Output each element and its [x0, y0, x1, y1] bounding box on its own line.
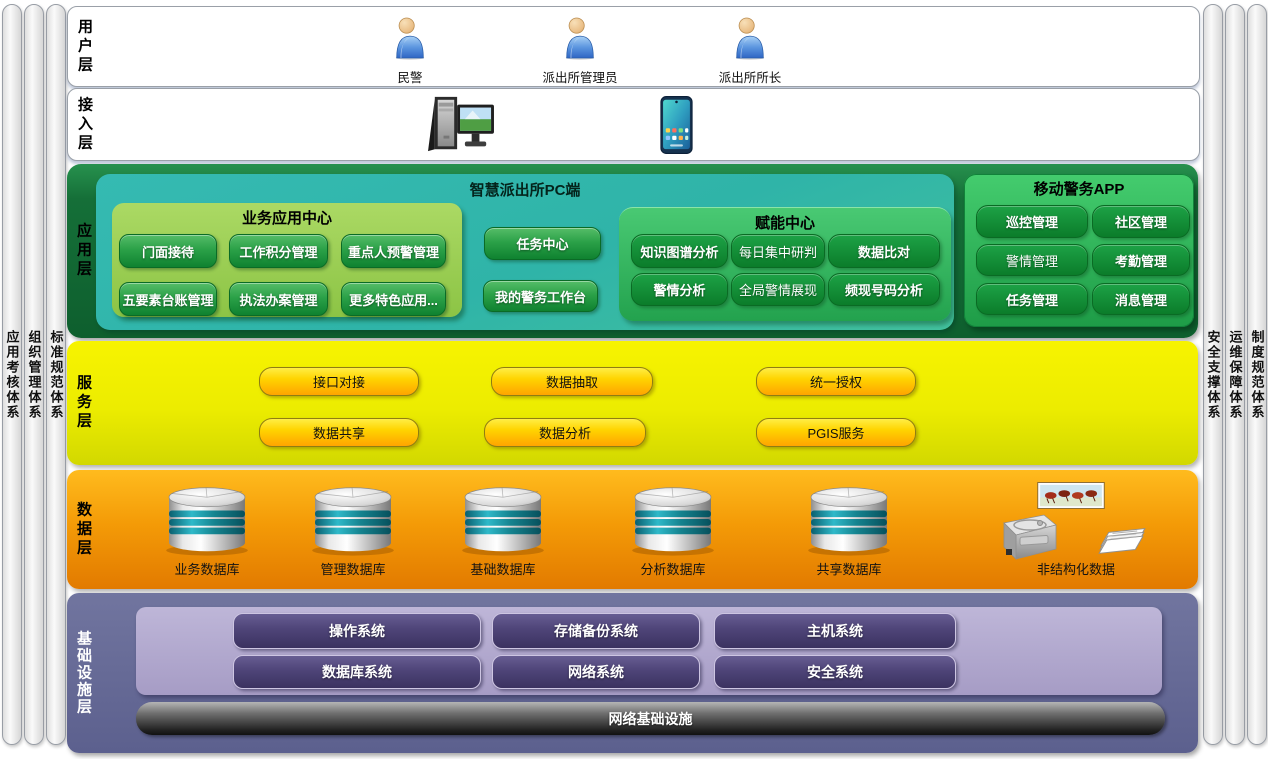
database-cylinder-icon	[630, 483, 716, 557]
button-network-system[interactable]: 网络系统	[492, 655, 700, 689]
infrastructure-layer: 基础设施层 操作系统 存储备份系统 主机系统 数据库系统 网络系统 安全系统 网…	[67, 593, 1198, 753]
side-system-left-3: 标准规范体系	[46, 4, 66, 745]
documents-icon	[1096, 521, 1148, 559]
button-attendance-management[interactable]: 考勤管理	[1092, 244, 1190, 276]
access-layer-label: 接入层	[74, 96, 95, 153]
button-data-comparison[interactable]: 数据比对	[828, 234, 940, 268]
side-system-right-1: 安全支撑体系	[1203, 4, 1223, 745]
button-interface-docking[interactable]: 接口对接	[259, 367, 419, 396]
button-my-police-workbench[interactable]: 我的警务工作台	[483, 280, 598, 312]
business-application-center: 业务应用中心 门面接待 工作积分管理 重点人预警管理 五要素台账管理 执法办案管…	[112, 203, 462, 317]
button-security-system[interactable]: 安全系统	[714, 655, 956, 689]
database-label: 管理数据库	[283, 559, 423, 578]
user-layer-label: 用户层	[74, 18, 95, 75]
button-key-person-warning[interactable]: 重点人预警管理	[341, 234, 446, 268]
database-label: 业务数据库	[137, 559, 277, 578]
network-infrastructure-bar: 网络基础设施	[136, 702, 1165, 735]
side-system-right-3: 制度规范体系	[1247, 4, 1267, 745]
empowerment-center-title: 赋能中心	[619, 212, 951, 233]
button-operating-system[interactable]: 操作系统	[233, 613, 481, 649]
user-layer: 用户层 民警 派出所管理员 派出所所长	[67, 6, 1200, 87]
button-alarm-management[interactable]: 警情管理	[976, 244, 1088, 276]
database-label: 分析数据库	[603, 559, 743, 578]
user-role: 民警	[350, 15, 470, 86]
pc-client-panel: 智慧派出所PC端 业务应用中心 门面接待 工作积分管理 重点人预警管理 五要素台…	[96, 174, 954, 330]
side-system-label: 标准规范体系	[50, 330, 63, 420]
database-cylinder-icon	[460, 483, 546, 557]
data-layer-label: 数据层	[73, 501, 94, 558]
button-alarm-analysis[interactable]: 警情分析	[631, 273, 728, 306]
button-data-extraction[interactable]: 数据抽取	[491, 367, 653, 396]
database-cylinder-icon	[310, 483, 396, 557]
business-center-title: 业务应用中心	[112, 207, 462, 228]
button-five-elements-ledger[interactable]: 五要素台账管理	[119, 282, 217, 316]
button-patrol-management[interactable]: 巡控管理	[976, 205, 1088, 238]
database-cylinder-icon	[806, 483, 892, 557]
user-role: 派出所管理员	[520, 15, 640, 86]
data-layer: 数据层 业务数据库 管理数据库 基础数据库 分析数据库 共享数据库 非结构化数据	[67, 470, 1198, 589]
button-law-enforcement-cases[interactable]: 执法办案管理	[229, 282, 328, 316]
empowerment-center: 赋能中心 知识图谱分析 每日集中研判 数据比对 警情分析 全局警情展现 频现号码…	[619, 207, 951, 321]
desktop-computer-icon	[424, 93, 498, 157]
button-more-featured-apps[interactable]: 更多特色应用...	[341, 282, 446, 316]
button-daily-joint-research[interactable]: 每日集中研判	[731, 234, 825, 268]
service-layer-label: 服务层	[73, 375, 94, 432]
mobile-police-app-panel: 移动警务APP 巡控管理 社区管理 警情管理 考勤管理 任务管理 消息管理	[964, 174, 1194, 327]
tape-drive-icon	[996, 512, 1060, 564]
side-system-left-2: 组织管理体系	[24, 4, 44, 745]
smart-police-station-architecture-diagram: 应用考核体系 组织管理体系 标准规范体系 安全支撑体系 运维保障体系 制度规范体…	[0, 0, 1268, 759]
button-data-analysis[interactable]: 数据分析	[484, 418, 646, 447]
button-data-sharing[interactable]: 数据共享	[259, 418, 419, 447]
database-label: 共享数据库	[779, 559, 919, 578]
button-storage-backup-system[interactable]: 存储备份系统	[492, 613, 700, 649]
button-task-center[interactable]: 任务中心	[484, 227, 601, 260]
service-layer: 服务层 接口对接 数据抽取 统一授权 数据共享 数据分析 PGIS服务	[67, 341, 1198, 465]
person-icon	[391, 15, 429, 61]
button-work-points-management[interactable]: 工作积分管理	[229, 234, 328, 268]
button-host-system[interactable]: 主机系统	[714, 613, 956, 649]
user-role-label: 派出所所长	[690, 67, 810, 86]
button-frequent-number-analysis[interactable]: 频现号码分析	[828, 273, 940, 306]
button-database-system[interactable]: 数据库系统	[233, 655, 481, 689]
side-system-left-1: 应用考核体系	[2, 4, 22, 745]
user-role-label: 民警	[350, 67, 470, 86]
database-label: 基础数据库	[433, 559, 573, 578]
application-layer-label: 应用层	[73, 223, 94, 280]
person-icon	[561, 15, 599, 61]
smartphone-icon	[660, 96, 693, 154]
button-community-management[interactable]: 社区管理	[1092, 205, 1190, 238]
pc-client-title: 智慧派出所PC端	[96, 179, 954, 200]
side-system-label: 应用考核体系	[6, 330, 19, 420]
button-unified-authorization[interactable]: 统一授权	[756, 367, 916, 396]
unstructured-data-label: 非结构化数据	[1006, 559, 1146, 578]
user-role: 派出所所长	[690, 15, 810, 86]
database-cylinder-icon	[164, 483, 250, 557]
application-layer: 应用层 智慧派出所PC端 业务应用中心 门面接待 工作积分管理 重点人预警管理 …	[67, 164, 1198, 338]
access-layer: 接入层	[67, 88, 1200, 161]
infrastructure-systems-panel: 操作系统 存储备份系统 主机系统 数据库系统 网络系统 安全系统	[136, 607, 1162, 695]
button-global-alarm-display[interactable]: 全局警情展现	[731, 273, 825, 306]
side-system-label: 运维保障体系	[1229, 330, 1242, 420]
picture-icon	[1037, 482, 1105, 509]
side-system-label: 安全支撑体系	[1207, 330, 1220, 420]
button-message-management[interactable]: 消息管理	[1092, 283, 1190, 315]
button-task-management[interactable]: 任务管理	[976, 283, 1088, 315]
side-system-label: 组织管理体系	[28, 330, 41, 420]
side-system-right-2: 运维保障体系	[1225, 4, 1245, 745]
button-pgis-service[interactable]: PGIS服务	[756, 418, 916, 447]
side-system-label: 制度规范体系	[1251, 330, 1264, 420]
button-front-desk-reception[interactable]: 门面接待	[119, 234, 217, 268]
button-knowledge-graph-analysis[interactable]: 知识图谱分析	[631, 234, 728, 268]
mobile-app-title: 移动警务APP	[964, 178, 1194, 199]
person-icon	[731, 15, 769, 61]
user-role-label: 派出所管理员	[520, 67, 640, 86]
infrastructure-layer-label: 基础设施层	[73, 631, 94, 716]
